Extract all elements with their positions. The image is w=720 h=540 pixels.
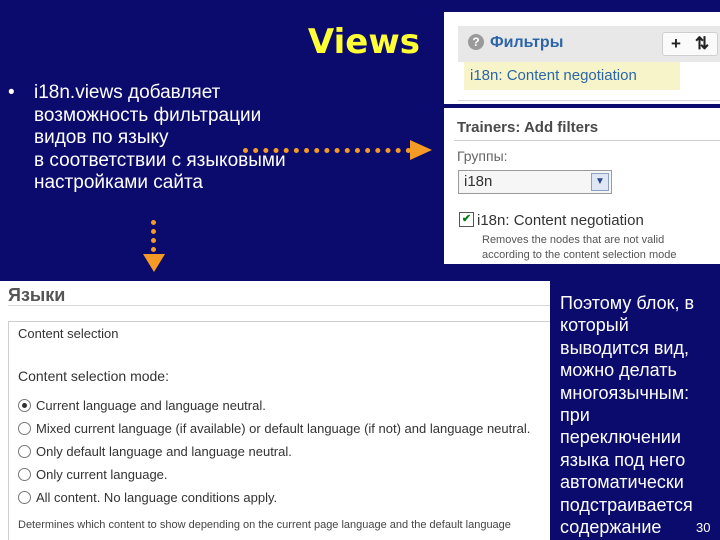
filters-title: Фильтры bbox=[490, 34, 564, 51]
note-line: многоязычным: bbox=[560, 382, 690, 403]
note-line: который bbox=[560, 315, 629, 336]
content-selection-mode-label: Content selection mode: bbox=[18, 368, 169, 384]
add-filters-panel-screenshot: Trainers: Add filters Группы: i18n ▼ ✔ i… bbox=[444, 108, 720, 264]
note-line: подстраивается bbox=[560, 494, 693, 515]
bullet-line: возможность фильтрации bbox=[34, 104, 262, 126]
note-line: языка под него bbox=[560, 449, 686, 470]
groups-label: Группы: bbox=[457, 148, 508, 164]
filters-header: ? Фильтры + ⇅ bbox=[458, 26, 720, 62]
option-label: Only default language and language neutr… bbox=[36, 444, 292, 459]
filters-toolbar: + ⇅ bbox=[662, 32, 718, 56]
option-default-language[interactable]: Only default language and language neutr… bbox=[18, 444, 292, 459]
filters-panel-screenshot: ? Фильтры + ⇅ i18n: Content negotiation bbox=[444, 12, 720, 104]
groups-select[interactable]: i18n ▼ bbox=[458, 170, 612, 194]
filter-item[interactable]: i18n: Content negotiation bbox=[464, 62, 680, 90]
divider bbox=[8, 305, 550, 306]
option-mixed-language[interactable]: Mixed current language (if available) or… bbox=[18, 421, 530, 436]
note-line: выводится вид, bbox=[560, 337, 689, 358]
radio-button[interactable] bbox=[18, 491, 31, 504]
note-line: при bbox=[560, 405, 590, 426]
languages-settings-screenshot: Языки Content selection Content selectio… bbox=[0, 281, 550, 540]
divider bbox=[458, 100, 720, 101]
radio-button-selected[interactable] bbox=[18, 399, 31, 412]
dotted-connector-horizontal bbox=[243, 148, 411, 153]
page-number: 30 bbox=[696, 520, 711, 535]
note-line: автоматически bbox=[560, 472, 684, 493]
explanation-text: Поэтому блок, в который выводится вид, м… bbox=[560, 292, 720, 538]
content-selection-legend: Content selection bbox=[18, 326, 119, 341]
option-label: Current language and language neutral. bbox=[36, 398, 266, 413]
radio-button[interactable] bbox=[18, 445, 31, 458]
option-only-current-language[interactable]: Only current language. bbox=[18, 467, 168, 482]
filter-description-line: according to the content selection mode bbox=[482, 249, 677, 261]
content-negotiation-label[interactable]: i18n: Content negotiation bbox=[477, 212, 644, 229]
languages-title: Языки bbox=[8, 285, 66, 305]
radio-button[interactable] bbox=[18, 422, 31, 435]
slide-title: Views bbox=[307, 22, 420, 62]
option-label: Only current language. bbox=[36, 467, 168, 482]
option-current-language[interactable]: Current language and language neutral. bbox=[18, 398, 266, 413]
help-icon[interactable]: ? bbox=[468, 34, 484, 50]
arrow-down-icon bbox=[143, 254, 165, 272]
bullet-line: i18n.views добавляет bbox=[34, 82, 221, 103]
note-line: переключении bbox=[560, 427, 681, 448]
sort-filters-button[interactable]: ⇅ bbox=[689, 33, 715, 55]
divider bbox=[454, 140, 720, 141]
bullet-text: • i18n.views добавляет возможность фильт… bbox=[8, 82, 422, 195]
filter-description: Removes the nodes that are not valid acc… bbox=[482, 233, 676, 263]
arrow-right-icon bbox=[410, 140, 432, 160]
bullet-mark: • bbox=[8, 82, 15, 103]
filter-description-line: Removes the nodes that are not valid bbox=[482, 234, 665, 246]
radio-button[interactable] bbox=[18, 468, 31, 481]
filter-item-label: i18n: Content negotiation bbox=[470, 67, 637, 84]
bullet-line: настройками сайта bbox=[34, 172, 203, 193]
dotted-connector-vertical bbox=[151, 220, 156, 252]
add-filter-button[interactable]: + bbox=[663, 33, 689, 55]
note-line: можно делать bbox=[560, 360, 677, 381]
option-label: Mixed current language (if available) or… bbox=[36, 421, 531, 436]
option-all-content[interactable]: All content. No language conditions appl… bbox=[18, 490, 277, 505]
content-selection-help-text: Determines which content to show dependi… bbox=[18, 519, 511, 531]
add-filters-title: Trainers: Add filters bbox=[457, 119, 599, 136]
content-negotiation-checkbox[interactable]: ✔ bbox=[459, 212, 474, 227]
bullet-line: видов по языку bbox=[34, 127, 169, 148]
note-line: Поэтому блок, в bbox=[560, 293, 695, 313]
groups-select-value: i18n bbox=[464, 173, 493, 190]
option-label: All content. No language conditions appl… bbox=[36, 490, 278, 505]
chevron-down-icon[interactable]: ▼ bbox=[591, 173, 609, 191]
